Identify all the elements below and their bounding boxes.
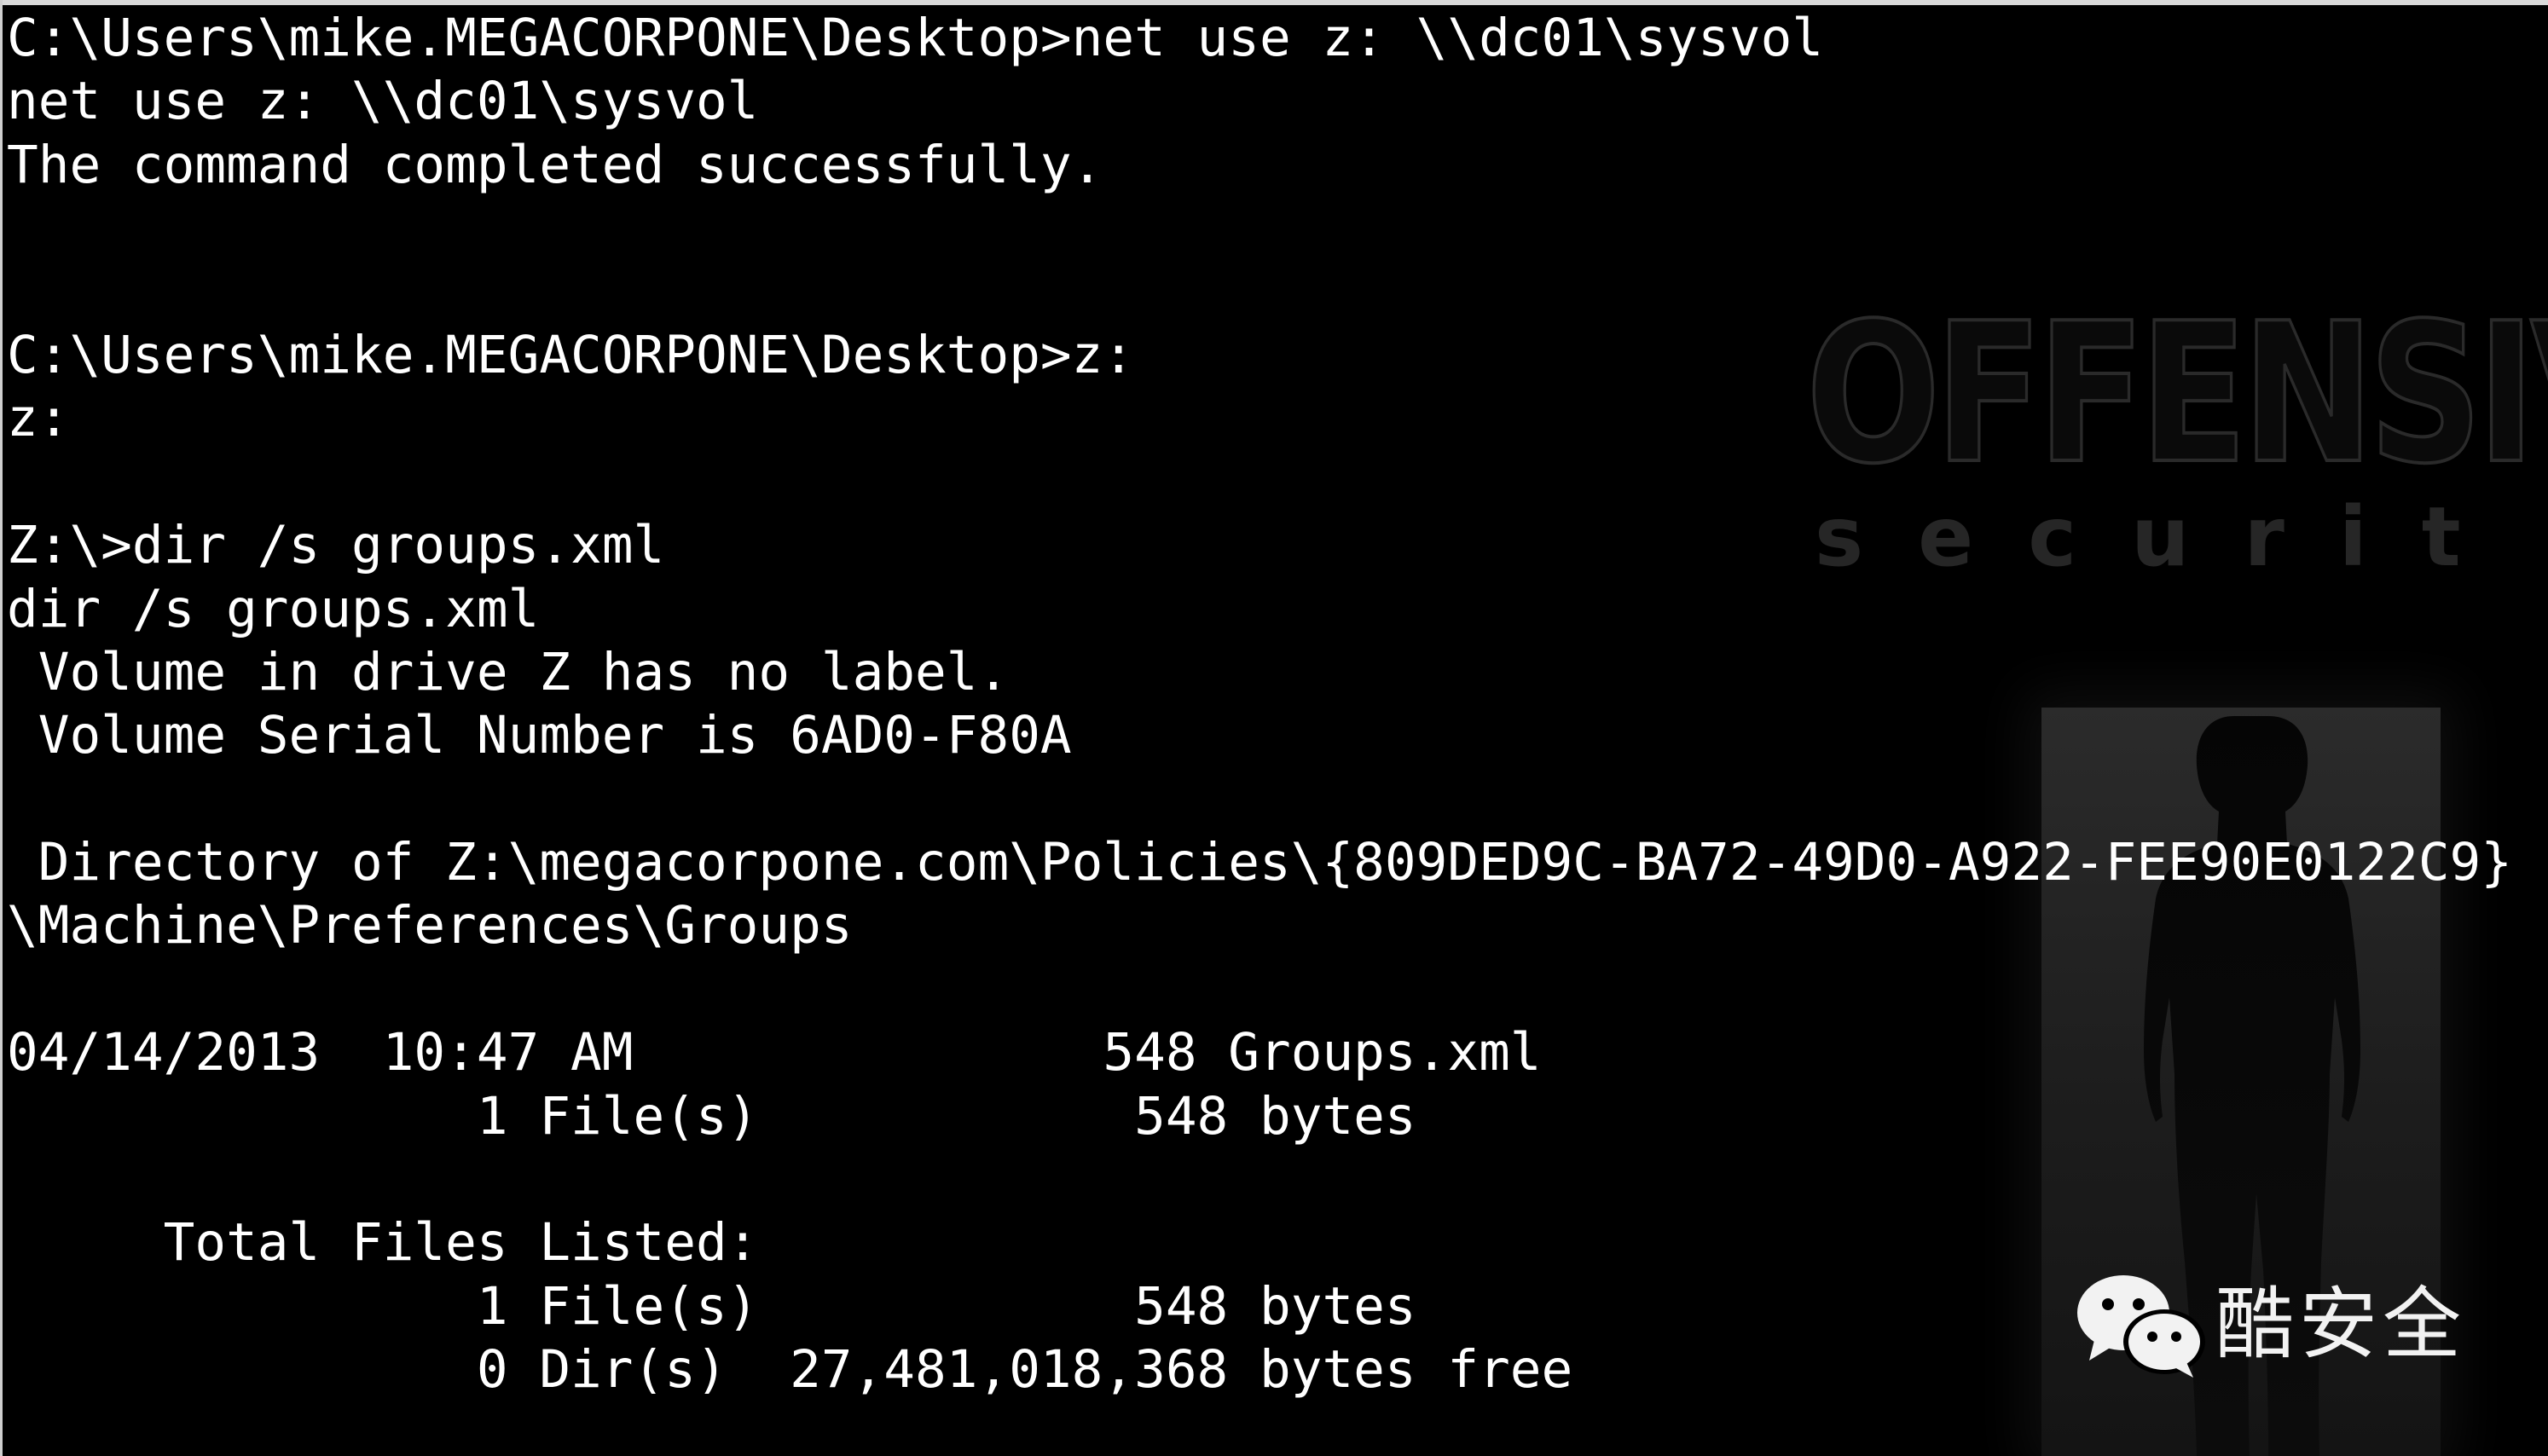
console-line: Z:\>dir /s groups.xml (7, 515, 665, 576)
wechat-icon (2077, 1275, 2205, 1378)
terminal-window: OFFENSIV securit C:\Users\mike.MEGACORPO… (0, 0, 2548, 1456)
wechat-badge: 酷安全 (2074, 1268, 2466, 1381)
console-output[interactable]: C:\Users\mike.MEGACORPONE\Desktop>net us… (7, 7, 2544, 1452)
console-line: The command completed successfully. (7, 134, 1103, 195)
console-line: 04/14/2013 10:47 AM 548 Groups.xml (7, 1022, 1542, 1083)
console-line: net use z: \\dc01\sysvol (7, 71, 759, 132)
console-line: C:\Users\mike.MEGACORPONE\Desktop>z: (7, 324, 1135, 385)
window-top-edge (0, 0, 2548, 5)
console-line: Volume in drive Z has no label. (7, 641, 1010, 702)
console-line: Volume Serial Number is 6AD0-F80A (7, 705, 1072, 766)
badge-label: 酷安全 (2215, 1279, 2467, 1370)
console-line: C:\Users\mike.MEGACORPONE\Desktop>net us… (7, 8, 1824, 68)
console-line: z: (7, 388, 70, 449)
console-line: Total Files Listed: (7, 1212, 759, 1274)
window-left-edge (0, 0, 3, 1456)
console-line: Directory of Z:\megacorpone.com\Policies… (7, 832, 2513, 893)
console-line: dir /s groups.xml (7, 578, 540, 639)
console-line: 1 File(s) 548 bytes (7, 1085, 1416, 1147)
console-line: \Machine\Preferences\Groups (7, 895, 853, 956)
